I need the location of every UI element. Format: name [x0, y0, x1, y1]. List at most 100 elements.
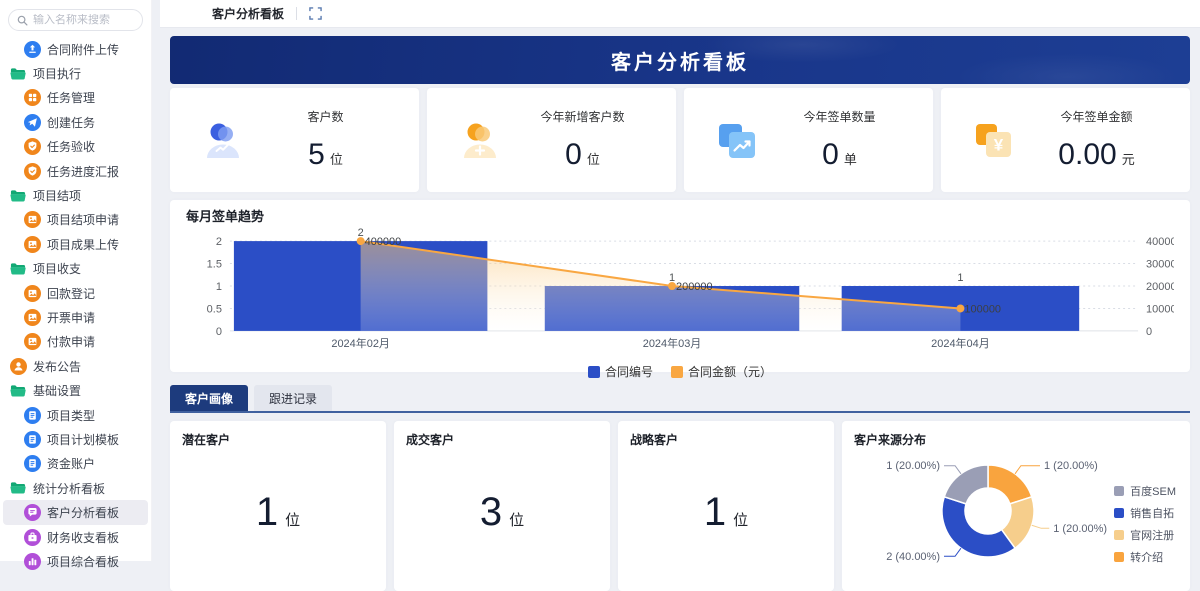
- sidebar-item-label: 资金账户: [47, 457, 96, 472]
- open-tab-customer-analysis[interactable]: 客户分析看板: [212, 5, 284, 22]
- legend-label: 转介绍: [1130, 552, 1164, 564]
- sidebar-item[interactable]: 项目结项申请: [3, 208, 148, 232]
- sidebar-item[interactable]: 客户分析看板: [3, 500, 148, 525]
- svg-text:300000: 300000: [1146, 259, 1174, 271]
- sidebar-item-label: 项目综合看板: [47, 554, 120, 569]
- card-value: 1位: [255, 490, 301, 534]
- sidebar-item-label: 项目计划模板: [47, 432, 120, 447]
- chat-icon: [24, 504, 41, 522]
- sidebar-item-label: 项目收支: [33, 262, 82, 277]
- photo-icon: [24, 308, 41, 326]
- legend-label: 销售自拓: [1130, 508, 1175, 520]
- photo-icon: [24, 333, 41, 351]
- doc-icon: [24, 430, 41, 448]
- sidebar-item[interactable]: 统计分析看板: [3, 476, 148, 500]
- bottom-cards-row: 潜在客户 1位 成交客户 3位 战略客户 1位 客户来源分布 1 (20.00%…: [170, 421, 1190, 591]
- pie-legend-item[interactable]: 销售自拓: [1114, 505, 1176, 521]
- svg-text:1 (20.00%): 1 (20.00%): [1053, 523, 1107, 535]
- legend-item[interactable]: 合同金额（元）: [671, 363, 772, 380]
- money-orange-icon: ¥: [976, 124, 1011, 157]
- photo-icon: [24, 235, 41, 253]
- sidebar-item[interactable]: 开票申请: [3, 305, 148, 329]
- sidebar-item-label: 开票申请: [47, 310, 96, 325]
- bottom-tab[interactable]: 客户画像: [170, 385, 249, 411]
- main-content: 客户分析看板 客户分析看板 客户数 5位 今年新增客户数 0 位 今年签单数量 …: [160, 0, 1200, 591]
- bottom-tab[interactable]: 跟进记录: [254, 385, 333, 411]
- user-blue-icon: [207, 123, 239, 158]
- sidebar-item[interactable]: 任务验收: [3, 135, 148, 159]
- stat-label: 今年新增客户数: [540, 110, 625, 124]
- shield-icon: [24, 162, 41, 180]
- sidebar-item-label: 项目结项申请: [47, 213, 120, 228]
- card-title: 潜在客户: [182, 433, 231, 447]
- sidebar-item[interactable]: 基础设置: [3, 378, 148, 402]
- stat-value: 0单: [822, 138, 857, 171]
- sidebar-item-label: 项目执行: [33, 67, 82, 82]
- sidebar-item[interactable]: 任务管理: [3, 86, 148, 110]
- doc-icon: [24, 406, 41, 424]
- stat-value: 5位: [308, 138, 343, 171]
- photo-icon: [24, 284, 41, 302]
- search-input[interactable]: [33, 14, 133, 26]
- sidebar-item-label: 项目成果上传: [47, 237, 120, 252]
- sidebar-item[interactable]: 发布公告: [3, 354, 148, 378]
- stat-value: 0位: [565, 138, 600, 171]
- sidebar-item[interactable]: 资金账户: [3, 452, 148, 476]
- sidebar-item[interactable]: 项目结项: [3, 183, 148, 207]
- stat-label: 今年签单金额: [1060, 110, 1133, 124]
- legend-swatch: [671, 365, 683, 378]
- pie-legend-item[interactable]: 官网注册: [1114, 527, 1176, 543]
- briefcase-icon: [24, 528, 41, 546]
- svg-text:2: 2: [216, 236, 222, 248]
- fullscreen-icon[interactable]: [309, 7, 322, 20]
- page-title: 客户分析看板: [611, 51, 749, 74]
- sidebar-item-label: 发布公告: [33, 359, 82, 374]
- sidebar-item[interactable]: 付款申请: [3, 330, 148, 354]
- svg-text:100000: 100000: [964, 303, 1001, 315]
- svg-text:2024年03月: 2024年03月: [643, 336, 702, 350]
- sidebar-item[interactable]: 项目计划模板: [3, 427, 148, 451]
- svg-text:0: 0: [216, 326, 222, 338]
- card-title: 成交客户: [406, 433, 455, 447]
- svg-text:¥: ¥: [994, 136, 1004, 155]
- sidebar-item[interactable]: 合同附件上传: [3, 37, 148, 61]
- sidebar-item[interactable]: 项目成果上传: [3, 232, 148, 256]
- folder-icon: [10, 187, 27, 204]
- sidebar-item-label: 任务管理: [47, 91, 96, 106]
- sidebar-item[interactable]: 任务进度汇报: [3, 159, 148, 183]
- trend-chart-legend: 合同编号 合同金额（元）: [186, 363, 1174, 380]
- svg-text:2024年02月: 2024年02月: [331, 336, 390, 350]
- card-customer-source: 客户来源分布 1 (20.00%) 1 (20.00%) 2 (40.00%) 1 (…: [842, 421, 1190, 591]
- sidebar-item-label: 任务验收: [47, 140, 96, 155]
- pie-legend-item[interactable]: 百度SEM: [1114, 483, 1176, 499]
- sidebar-item-label: 基础设置: [33, 384, 82, 399]
- legend-item[interactable]: 合同编号: [587, 363, 653, 380]
- sidebar-item[interactable]: 回款登记: [3, 281, 148, 305]
- sidebar-item[interactable]: 项目综合看板: [3, 549, 148, 573]
- sidebar-item[interactable]: 项目类型: [3, 403, 148, 427]
- person-icon: [10, 357, 27, 375]
- svg-text:0.5: 0.5: [207, 303, 222, 315]
- legend-label: 合同编号: [604, 365, 653, 379]
- sidebar-item[interactable]: 项目收支: [3, 257, 148, 281]
- pie-legend-item[interactable]: 转介绍: [1114, 549, 1176, 565]
- top-tabbar: 客户分析看板: [160, 0, 1200, 28]
- dashboard-banner: 客户分析看板: [170, 36, 1190, 84]
- stat-label: 今年签单数量: [803, 110, 876, 124]
- legend-label: 百度SEM: [1130, 486, 1176, 498]
- folder-icon: [10, 65, 27, 82]
- sidebar-item-label: 任务进度汇报: [47, 164, 120, 179]
- folder-icon: [10, 480, 27, 497]
- trend-chart: 00.511.520100000200000300000400000211400…: [186, 225, 1183, 362]
- photo-icon: [24, 211, 41, 229]
- sidebar-item[interactable]: 财务收支看板: [3, 525, 148, 549]
- legend-swatch: [1114, 508, 1125, 518]
- sidebar-item[interactable]: 项目执行: [3, 61, 148, 85]
- sidebar-search[interactable]: [8, 9, 143, 31]
- sidebar-menu: 合同附件上传 项目执行任务管理创建任务任务验收任务进度汇报 项目结项项目结项申请…: [0, 35, 151, 574]
- legend-swatch: [1114, 530, 1125, 540]
- sidebar-item[interactable]: 创建任务: [3, 110, 148, 134]
- bottom-section: 客户画像 跟进记录 潜在客户 1位 成交客户 3位 战略客户 1位 客户来源分布 …: [170, 385, 1190, 591]
- shield-icon: [24, 138, 41, 156]
- search-icon: [17, 15, 28, 25]
